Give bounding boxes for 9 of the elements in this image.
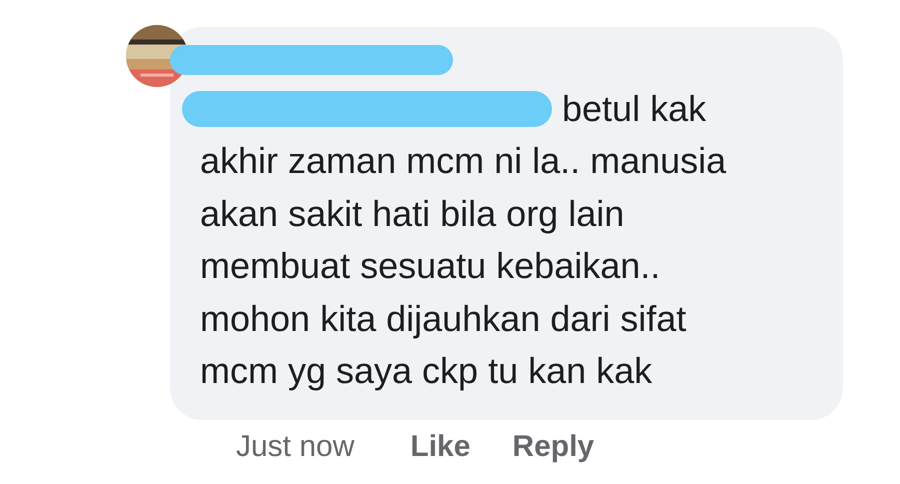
comment-text: betul kak (562, 86, 706, 131)
comment-text: mohon kita dijauhkan dari sifat (200, 296, 688, 340)
comment-text: akhir zaman mcm ni la.. manusia (200, 139, 728, 183)
action-link[interactable]: Reply (512, 430, 594, 464)
comment-text: mcm yg saya ckp tu kan kak (200, 349, 654, 393)
timestamp: Just now (236, 430, 354, 464)
comment-text: membuat sesuatu kebaikan.. (200, 244, 662, 288)
action-link[interactable]: Like (410, 430, 470, 464)
comment-text: akan sakit hati bila org lain (200, 192, 626, 236)
